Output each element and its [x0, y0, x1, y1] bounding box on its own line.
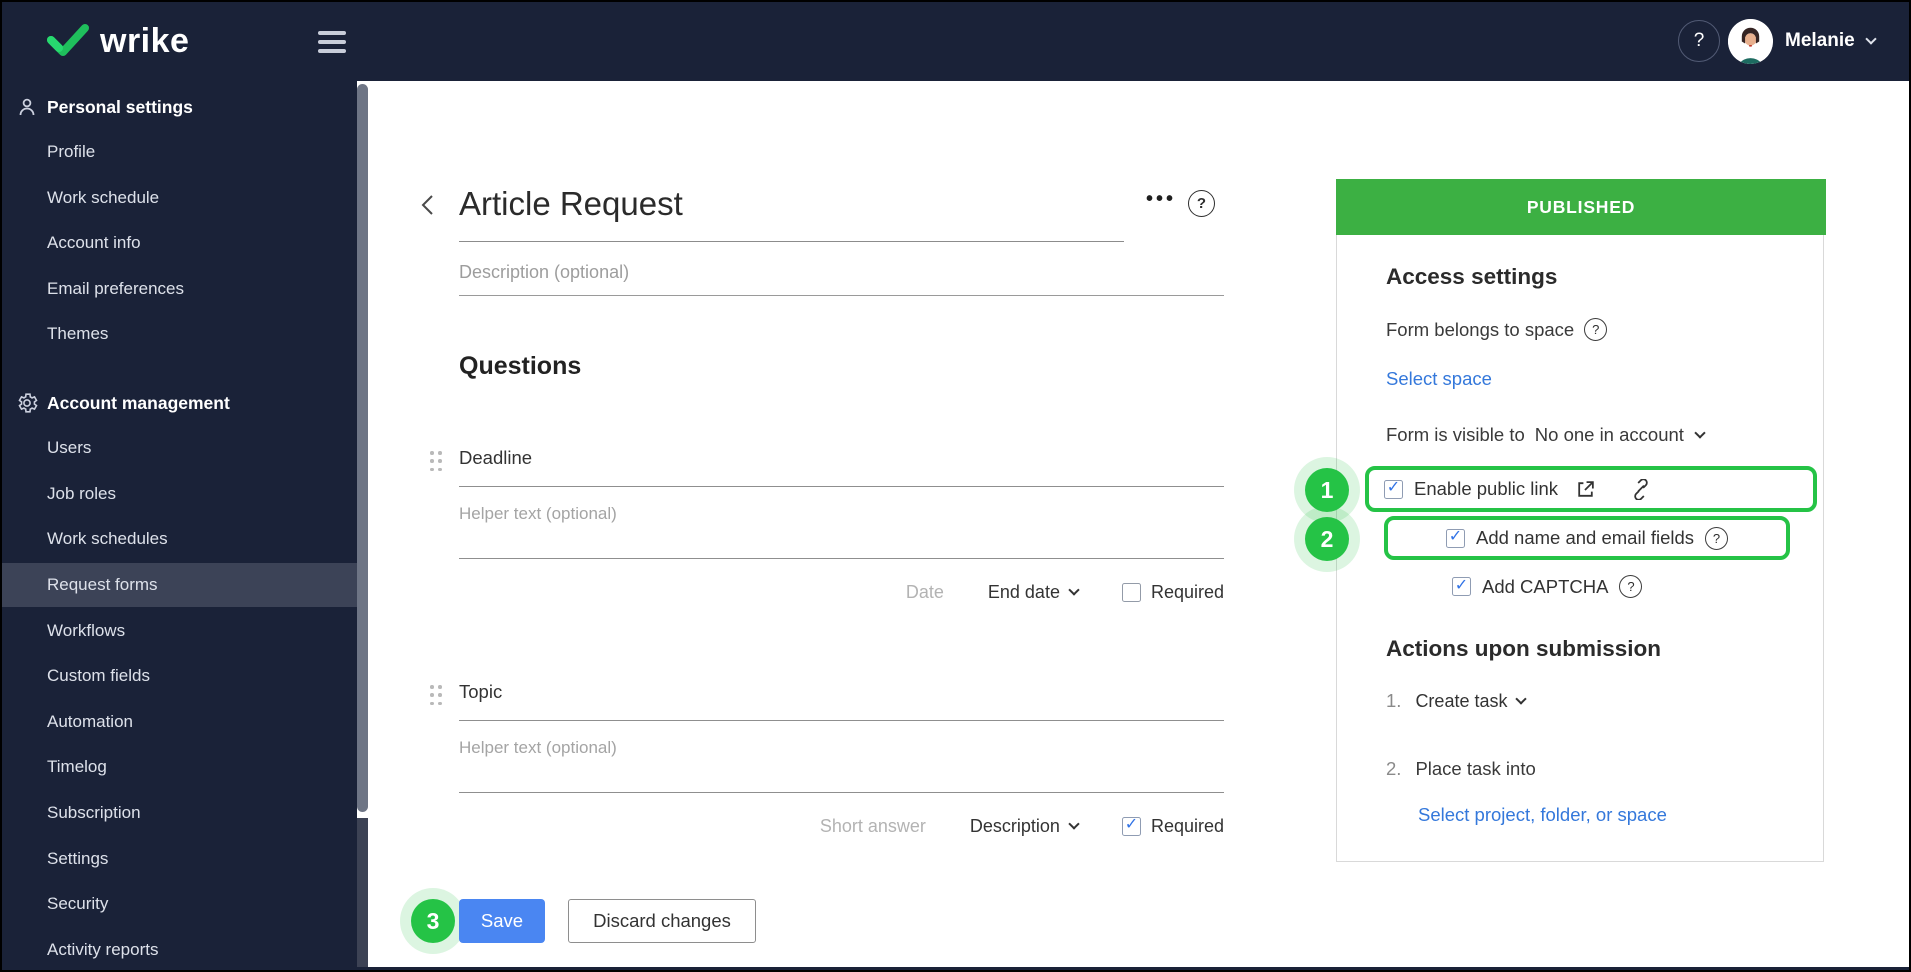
sidebar-item-email-preferences[interactable]: Email preferences	[2, 267, 357, 311]
place-task-into-label: Place task into	[1415, 758, 1536, 779]
helper-underline	[459, 792, 1224, 793]
access-settings-heading: Access settings	[1386, 264, 1558, 289]
sidebar-item-subscription[interactable]: Subscription	[2, 791, 357, 835]
sidebar-item-security[interactable]: Security	[2, 882, 357, 926]
question-underline	[459, 486, 1224, 487]
publish-settings-panel: PUBLISHED Access settings Form belongs t…	[1336, 179, 1826, 862]
chevron-down-icon	[1515, 692, 1528, 705]
form-description-input[interactable]: Description (optional)	[459, 262, 629, 283]
published-status-badge: PUBLISHED	[1336, 179, 1826, 235]
person-icon	[15, 95, 39, 119]
chevron-down-icon	[1068, 817, 1080, 830]
question-label-input[interactable]: Topic	[459, 681, 502, 703]
sidebar-item-job-roles[interactable]: Job roles	[2, 472, 357, 516]
scrollbar-thumb[interactable]	[357, 84, 368, 812]
question-type-hint: Short answer	[819, 815, 926, 836]
wrike-check-icon	[47, 24, 89, 56]
question-type-dropdown[interactable]: End date	[988, 582, 1080, 603]
add-name-email-checkbox[interactable]: ✓	[1445, 528, 1465, 548]
add-captcha-label: Add CAPTCHA	[1482, 575, 1609, 597]
sidebar-item-workflows[interactable]: Workflows	[2, 609, 357, 653]
actions-heading: Actions upon submission	[1386, 636, 1662, 661]
chevron-down-icon	[1694, 426, 1706, 439]
required-checkbox[interactable]: ✓	[1121, 816, 1141, 836]
select-project-link[interactable]: Select project, folder, or space	[1418, 804, 1667, 826]
more-options-icon[interactable]: •••	[1146, 188, 1176, 211]
annotation-badge-3: 3	[411, 899, 455, 943]
annotation-badge-1: 1	[1305, 468, 1349, 512]
gear-icon	[15, 391, 39, 415]
action-number: 2.	[1386, 758, 1402, 779]
helper-text-input[interactable]: Helper text (optional)	[459, 738, 617, 758]
title-underline	[459, 241, 1124, 242]
help-button[interactable]: ?	[1678, 20, 1720, 62]
help-icon[interactable]: ?	[1584, 318, 1608, 341]
form-title-input[interactable]: Article Request	[459, 185, 683, 223]
sidebar-item-work-schedules[interactable]: Work schedules	[2, 517, 357, 561]
select-space-link[interactable]: Select space	[1386, 368, 1492, 390]
sidebar-item-automation[interactable]: Automation	[2, 700, 357, 744]
question-underline	[459, 720, 1224, 721]
save-button[interactable]: Save	[459, 899, 545, 943]
visibility-dropdown[interactable]: Form is visible to No one in account	[1386, 424, 1706, 446]
copy-link-icon[interactable]	[1629, 478, 1653, 500]
user-name: Melanie	[1785, 30, 1855, 51]
hamburger-menu-icon[interactable]	[318, 31, 346, 58]
form-belongs-label: Form belongs to space	[1386, 318, 1575, 340]
required-label: Required	[1150, 581, 1224, 602]
enable-public-link-checkbox[interactable]: ✓	[1384, 479, 1403, 499]
user-menu[interactable]: Melanie	[1728, 18, 1877, 64]
question-label-input[interactable]: Deadline	[459, 447, 532, 469]
question-block-topic: Topic Helper text (optional) Short answe…	[422, 676, 1224, 876]
help-icon[interactable]: ?	[1619, 575, 1643, 598]
question-type-hint: Date	[905, 581, 944, 602]
help-icon[interactable]: ?	[1705, 526, 1729, 550]
wrike-settings-window: wrike ? Melanie Personal settings Profil…	[0, 0, 1911, 972]
sidebar-item-profile[interactable]: Profile	[2, 130, 357, 174]
description-underline	[459, 295, 1224, 296]
question-type-dropdown[interactable]: Description	[970, 816, 1080, 837]
top-bar: wrike ? Melanie	[2, 2, 1909, 81]
helper-text-input[interactable]: Helper text (optional)	[459, 504, 617, 524]
sidebar-item-timelog[interactable]: Timelog	[2, 745, 357, 789]
add-captcha-checkbox[interactable]: ✓	[1452, 577, 1471, 596]
chevron-down-icon	[1068, 583, 1080, 596]
sidebar-item-request-forms[interactable]: Request forms	[2, 563, 357, 607]
enable-public-link-label: Enable public link	[1414, 478, 1558, 499]
action-number: 1.	[1386, 690, 1402, 711]
sidebar-section-account-management[interactable]: Account management	[2, 381, 357, 425]
required-checkbox[interactable]: ✓	[1121, 582, 1141, 602]
question-block-deadline: Deadline Helper text (optional) Date End…	[422, 442, 1224, 642]
chevron-down-icon	[1865, 32, 1877, 45]
drag-handle-icon[interactable]	[430, 451, 442, 473]
external-link-icon[interactable]	[1575, 479, 1596, 500]
back-button[interactable]	[416, 192, 442, 218]
annotation-box-1: ✓ Enable public link	[1365, 466, 1817, 512]
sidebar-item-activity-reports[interactable]: Activity reports	[2, 928, 357, 970]
annotation-box-2: ✓ Add name and email fields ?	[1384, 516, 1790, 560]
add-name-email-label: Add name and email fields	[1475, 527, 1695, 548]
avatar	[1728, 18, 1773, 64]
sidebar-item-custom-fields[interactable]: Custom fields	[2, 654, 357, 698]
wrike-logo-text: wrike	[100, 22, 190, 60]
sidebar-section-personal-settings[interactable]: Personal settings	[2, 85, 357, 129]
wrike-logo[interactable]: wrike	[46, 18, 189, 64]
drag-handle-icon[interactable]	[430, 685, 442, 707]
sidebar-item-settings[interactable]: Settings	[2, 837, 357, 881]
questions-heading: Questions	[459, 352, 582, 380]
visibility-label: Form is visible to	[1386, 424, 1525, 445]
sidebar-item-users[interactable]: Users	[2, 426, 357, 470]
sidebar-item-themes[interactable]: Themes	[2, 312, 357, 356]
sidebar-item-work-schedule[interactable]: Work schedule	[2, 176, 357, 220]
visibility-value: No one in account	[1534, 424, 1684, 445]
scrollbar-track-bottom	[357, 818, 368, 967]
helper-underline	[459, 558, 1224, 559]
settings-sidebar: Personal settings Profile Work schedule …	[2, 81, 357, 970]
discard-changes-button[interactable]: Discard changes	[568, 899, 756, 943]
form-help-icon[interactable]: ?	[1188, 190, 1215, 217]
annotation-badge-2: 2	[1305, 517, 1349, 561]
create-task-dropdown[interactable]: Create task	[1415, 691, 1528, 712]
required-label: Required	[1150, 815, 1224, 836]
sidebar-item-account-info[interactable]: Account info	[2, 221, 357, 265]
